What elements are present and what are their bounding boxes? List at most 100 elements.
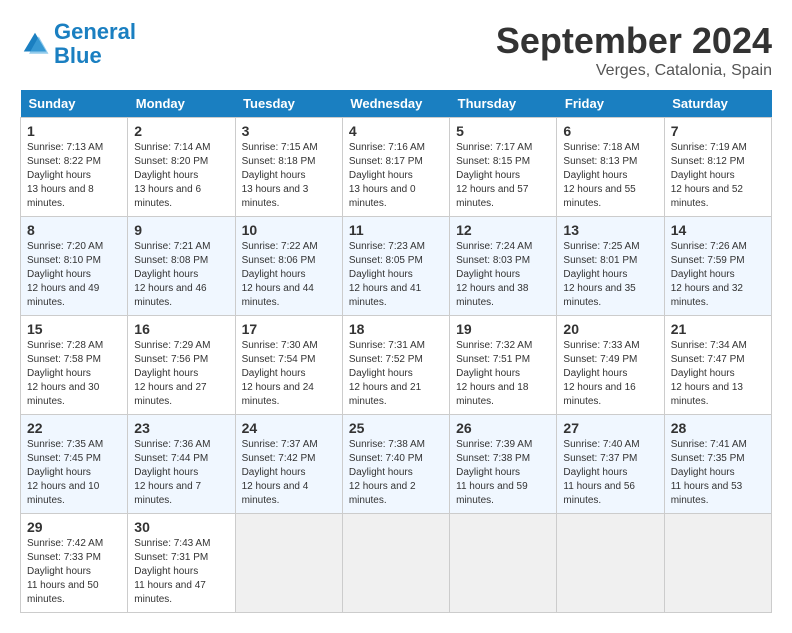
sunset-label: Sunset: 8:06 PM xyxy=(242,255,316,266)
calendar-cell: 7 Sunrise: 7:19 AM Sunset: 8:12 PM Dayli… xyxy=(664,118,771,217)
day-number: 30 xyxy=(134,519,228,535)
sunrise-label: Sunrise: 7:16 AM xyxy=(349,142,425,153)
daylight-value: 12 hours and 16 minutes. xyxy=(563,382,635,407)
daylight-label: Daylight hours xyxy=(456,467,520,478)
daylight-label: Daylight hours xyxy=(563,467,627,478)
daylight-label: Daylight hours xyxy=(27,467,91,478)
calendar-cell: 3 Sunrise: 7:15 AM Sunset: 8:18 PM Dayli… xyxy=(235,118,342,217)
calendar-cell: 16 Sunrise: 7:29 AM Sunset: 7:56 PM Dayl… xyxy=(128,316,235,415)
day-info: Sunrise: 7:28 AM Sunset: 7:58 PM Dayligh… xyxy=(27,339,121,409)
sunrise-label: Sunrise: 7:19 AM xyxy=(671,142,747,153)
day-number: 2 xyxy=(134,123,228,139)
day-number: 12 xyxy=(456,222,550,238)
sunset-label: Sunset: 7:47 PM xyxy=(671,354,745,365)
daylight-value: 13 hours and 6 minutes. xyxy=(134,184,201,209)
day-number: 13 xyxy=(563,222,657,238)
calendar-cell: 23 Sunrise: 7:36 AM Sunset: 7:44 PM Dayl… xyxy=(128,415,235,514)
day-number: 18 xyxy=(349,321,443,337)
sunset-label: Sunset: 7:38 PM xyxy=(456,453,530,464)
day-info: Sunrise: 7:35 AM Sunset: 7:45 PM Dayligh… xyxy=(27,438,121,508)
sunrise-label: Sunrise: 7:43 AM xyxy=(134,538,210,549)
daylight-value: 12 hours and 18 minutes. xyxy=(456,382,528,407)
daylight-label: Daylight hours xyxy=(134,170,198,181)
sunset-label: Sunset: 7:52 PM xyxy=(349,354,423,365)
sunrise-label: Sunrise: 7:31 AM xyxy=(349,340,425,351)
day-number: 26 xyxy=(456,420,550,436)
sunset-label: Sunset: 8:08 PM xyxy=(134,255,208,266)
header-thursday: Thursday xyxy=(450,90,557,118)
daylight-value: 12 hours and 35 minutes. xyxy=(563,283,635,308)
daylight-value: 12 hours and 52 minutes. xyxy=(671,184,743,209)
daylight-label: Daylight hours xyxy=(563,170,627,181)
day-info: Sunrise: 7:18 AM Sunset: 8:13 PM Dayligh… xyxy=(563,141,657,211)
calendar-cell xyxy=(235,514,342,613)
day-info: Sunrise: 7:31 AM Sunset: 7:52 PM Dayligh… xyxy=(349,339,443,409)
daylight-label: Daylight hours xyxy=(134,467,198,478)
daylight-label: Daylight hours xyxy=(349,170,413,181)
day-number: 28 xyxy=(671,420,765,436)
day-info: Sunrise: 7:16 AM Sunset: 8:17 PM Dayligh… xyxy=(349,141,443,211)
daylight-label: Daylight hours xyxy=(671,368,735,379)
header-friday: Friday xyxy=(557,90,664,118)
sunset-label: Sunset: 8:12 PM xyxy=(671,156,745,167)
calendar-cell: 12 Sunrise: 7:24 AM Sunset: 8:03 PM Dayl… xyxy=(450,217,557,316)
day-number: 24 xyxy=(242,420,336,436)
calendar-cell: 17 Sunrise: 7:30 AM Sunset: 7:54 PM Dayl… xyxy=(235,316,342,415)
day-number: 4 xyxy=(349,123,443,139)
sunrise-label: Sunrise: 7:25 AM xyxy=(563,241,639,252)
daylight-value: 12 hours and 10 minutes. xyxy=(27,481,99,506)
day-info: Sunrise: 7:38 AM Sunset: 7:40 PM Dayligh… xyxy=(349,438,443,508)
calendar-cell: 22 Sunrise: 7:35 AM Sunset: 7:45 PM Dayl… xyxy=(21,415,128,514)
sunset-label: Sunset: 8:13 PM xyxy=(563,156,637,167)
day-info: Sunrise: 7:43 AM Sunset: 7:31 PM Dayligh… xyxy=(134,537,228,607)
daylight-label: Daylight hours xyxy=(27,269,91,280)
sunset-label: Sunset: 8:01 PM xyxy=(563,255,637,266)
daylight-value: 13 hours and 0 minutes. xyxy=(349,184,416,209)
sunrise-label: Sunrise: 7:40 AM xyxy=(563,439,639,450)
daylight-value: 12 hours and 44 minutes. xyxy=(242,283,314,308)
header-saturday: Saturday xyxy=(664,90,771,118)
calendar-table: SundayMondayTuesdayWednesdayThursdayFrid… xyxy=(20,90,772,613)
day-info: Sunrise: 7:42 AM Sunset: 7:33 PM Dayligh… xyxy=(27,537,121,607)
calendar-cell: 30 Sunrise: 7:43 AM Sunset: 7:31 PM Dayl… xyxy=(128,514,235,613)
sunrise-label: Sunrise: 7:21 AM xyxy=(134,241,210,252)
daylight-value: 12 hours and 13 minutes. xyxy=(671,382,743,407)
day-number: 10 xyxy=(242,222,336,238)
daylight-label: Daylight hours xyxy=(456,269,520,280)
day-info: Sunrise: 7:41 AM Sunset: 7:35 PM Dayligh… xyxy=(671,438,765,508)
day-number: 15 xyxy=(27,321,121,337)
calendar-cell: 6 Sunrise: 7:18 AM Sunset: 8:13 PM Dayli… xyxy=(557,118,664,217)
sunset-label: Sunset: 7:42 PM xyxy=(242,453,316,464)
daylight-label: Daylight hours xyxy=(242,368,306,379)
daylight-label: Daylight hours xyxy=(27,170,91,181)
sunrise-label: Sunrise: 7:32 AM xyxy=(456,340,532,351)
day-info: Sunrise: 7:23 AM Sunset: 8:05 PM Dayligh… xyxy=(349,240,443,310)
daylight-value: 12 hours and 49 minutes. xyxy=(27,283,99,308)
daylight-label: Daylight hours xyxy=(349,467,413,478)
sunrise-label: Sunrise: 7:18 AM xyxy=(563,142,639,153)
daylight-value: 12 hours and 4 minutes. xyxy=(242,481,309,506)
sunset-label: Sunset: 8:15 PM xyxy=(456,156,530,167)
calendar-header-row: SundayMondayTuesdayWednesdayThursdayFrid… xyxy=(21,90,772,118)
calendar-cell: 27 Sunrise: 7:40 AM Sunset: 7:37 PM Dayl… xyxy=(557,415,664,514)
daylight-value: 12 hours and 24 minutes. xyxy=(242,382,314,407)
day-number: 21 xyxy=(671,321,765,337)
calendar-cell: 28 Sunrise: 7:41 AM Sunset: 7:35 PM Dayl… xyxy=(664,415,771,514)
logo: General Blue xyxy=(20,20,136,68)
sunset-label: Sunset: 7:31 PM xyxy=(134,552,208,563)
day-number: 6 xyxy=(563,123,657,139)
sunrise-label: Sunrise: 7:34 AM xyxy=(671,340,747,351)
day-number: 19 xyxy=(456,321,550,337)
calendar-cell xyxy=(342,514,449,613)
calendar-cell: 5 Sunrise: 7:17 AM Sunset: 8:15 PM Dayli… xyxy=(450,118,557,217)
calendar-cell: 26 Sunrise: 7:39 AM Sunset: 7:38 PM Dayl… xyxy=(450,415,557,514)
day-info: Sunrise: 7:13 AM Sunset: 8:22 PM Dayligh… xyxy=(27,141,121,211)
day-info: Sunrise: 7:37 AM Sunset: 7:42 PM Dayligh… xyxy=(242,438,336,508)
calendar-cell: 4 Sunrise: 7:16 AM Sunset: 8:17 PM Dayli… xyxy=(342,118,449,217)
week-row-3: 15 Sunrise: 7:28 AM Sunset: 7:58 PM Dayl… xyxy=(21,316,772,415)
daylight-label: Daylight hours xyxy=(27,368,91,379)
daylight-label: Daylight hours xyxy=(671,467,735,478)
day-info: Sunrise: 7:39 AM Sunset: 7:38 PM Dayligh… xyxy=(456,438,550,508)
daylight-label: Daylight hours xyxy=(27,566,91,577)
sunset-label: Sunset: 7:56 PM xyxy=(134,354,208,365)
